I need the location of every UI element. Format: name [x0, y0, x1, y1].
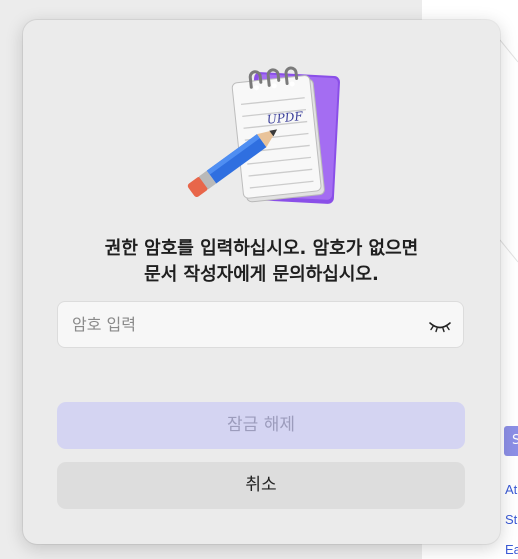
message-line: 권한 암호를 입력하십시오. 암호가 없으면 [104, 238, 419, 259]
background-link: Ea [505, 542, 518, 557]
eye-closed-icon[interactable] [427, 315, 453, 335]
background-link: St [505, 512, 518, 527]
password-field [57, 301, 464, 348]
cancel-button[interactable]: 취소 [57, 462, 465, 509]
dialog-message: 권한 암호를 입력하십시오. 암호가 없으면 문서 작성자에게 문의하십시오. [43, 236, 480, 288]
password-dialog: UPDF 권한 암호를 입력하십시오. 암호가 없으면 문서 작성자에게 문의하… [23, 20, 500, 544]
notepad-pencil-icon: UPDF [187, 66, 340, 204]
background-button: S [504, 426, 518, 456]
background-link: At [505, 482, 518, 497]
unlock-button[interactable]: 잠금 해제 [57, 402, 465, 449]
message-line: 문서 작성자에게 문의하십시오. [144, 264, 379, 285]
password-input[interactable] [58, 302, 418, 347]
